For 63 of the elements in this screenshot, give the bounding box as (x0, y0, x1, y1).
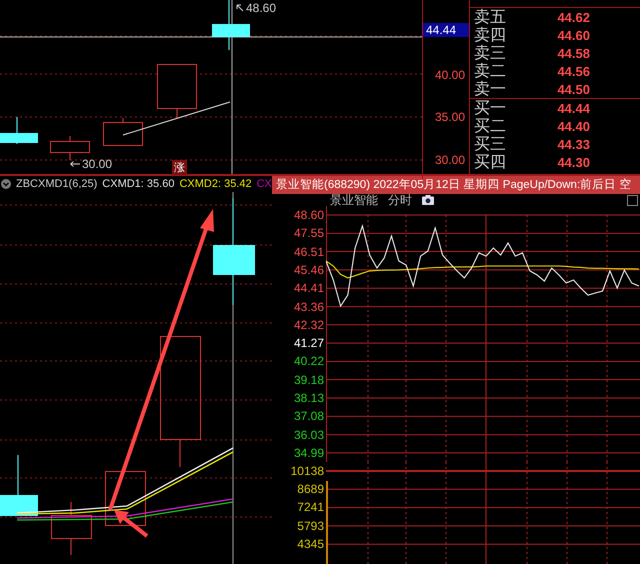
bid-price: 44.44 (557, 100, 590, 116)
volume-axis-label: 8689 (297, 481, 324, 498)
bid-price: 44.40 (557, 118, 590, 134)
candlestick (157, 64, 197, 118)
low-price-label: 30.00 (82, 157, 112, 171)
ask-level-label: 卖三 (474, 44, 506, 62)
ask-level-label: 卖五 (474, 8, 506, 26)
y-axis-tick-label: 42.32 (294, 316, 324, 334)
y-axis-tick-label: 48.60 (294, 207, 324, 224)
volume-axis-label: 7241 (297, 499, 324, 516)
candlestick (0, 116, 38, 144)
popup-title: 景业智能(688290) 2022年05月12日 星期四 PageUp/Down:前后日 空 (272, 176, 640, 194)
dropdown-icon[interactable] (1, 179, 11, 189)
bid-level-label: 买三 (474, 134, 506, 154)
y-axis-tick-label: 36.03 (294, 426, 324, 444)
y-axis-tick-label: 45.46 (294, 262, 324, 279)
ask-level-label: 卖二 (474, 62, 506, 80)
rise-badge: 涨 (172, 160, 187, 175)
bid-level-label: 买一 (474, 98, 506, 118)
current-price-tag: 44.44 (423, 23, 469, 37)
y-axis-tick-label: 40.22 (294, 353, 324, 370)
arrow-icon (236, 4, 244, 12)
volume-axis-label: 4345 (297, 536, 324, 554)
y-axis-tick-label: 41.27 (294, 335, 324, 352)
candlestick (0, 454, 38, 516)
indicator-name: ZBCXMD1(6,25) (16, 178, 98, 190)
candlestick (103, 118, 143, 146)
indicator-value: CX (256, 178, 272, 190)
ask-price: 44.56 (557, 64, 590, 78)
y-axis-tick-label: 43.36 (294, 298, 324, 316)
high-price-label: 48.60 (246, 1, 276, 15)
volume-axis-label: 10138 (290, 462, 324, 480)
ask-price: 44.62 (557, 10, 590, 24)
checkbox[interactable] (627, 194, 638, 206)
camera-icon[interactable] (422, 195, 434, 205)
y-axis-tick-label: 37.08 (294, 408, 324, 426)
stock-name: 景业智能 (330, 192, 378, 208)
candlestick (50, 136, 90, 160)
chart-mode-label: 分时 (388, 192, 412, 208)
ask-price: 44.60 (557, 28, 590, 42)
price-axis-label: 30.00 (434, 153, 465, 167)
price-axis-label: 40.00 (434, 68, 465, 82)
y-axis-tick-label: 47.55 (294, 225, 324, 242)
indicator-value: CXMD1: 35.60 (102, 178, 174, 190)
volume-axis-label: 5793 (297, 518, 324, 535)
ask-level-label: 卖一 (474, 80, 506, 100)
y-axis-tick-label: 39.18 (294, 372, 324, 389)
y-axis-tick-label: 46.51 (294, 244, 324, 261)
bid-price: 44.30 (557, 154, 590, 170)
arrow-icon (70, 161, 80, 167)
price-axis-label: 35.00 (434, 110, 465, 124)
y-axis-tick-label: 38.13 (294, 390, 324, 407)
bid-price: 44.33 (557, 136, 590, 152)
bid-level-label: 买四 (474, 152, 506, 172)
ask-price: 44.58 (557, 46, 590, 60)
ask-price: 44.50 (557, 82, 590, 96)
candlestick (105, 471, 146, 526)
indicator-value: CXMD2: 35.42 (179, 178, 252, 190)
y-axis-tick-label: 34.99 (294, 444, 324, 462)
y-axis-tick-label: 44.41 (294, 280, 324, 298)
bid-level-label: 买二 (474, 116, 506, 136)
candlestick (51, 502, 92, 556)
ask-level-label: 卖四 (474, 26, 506, 44)
